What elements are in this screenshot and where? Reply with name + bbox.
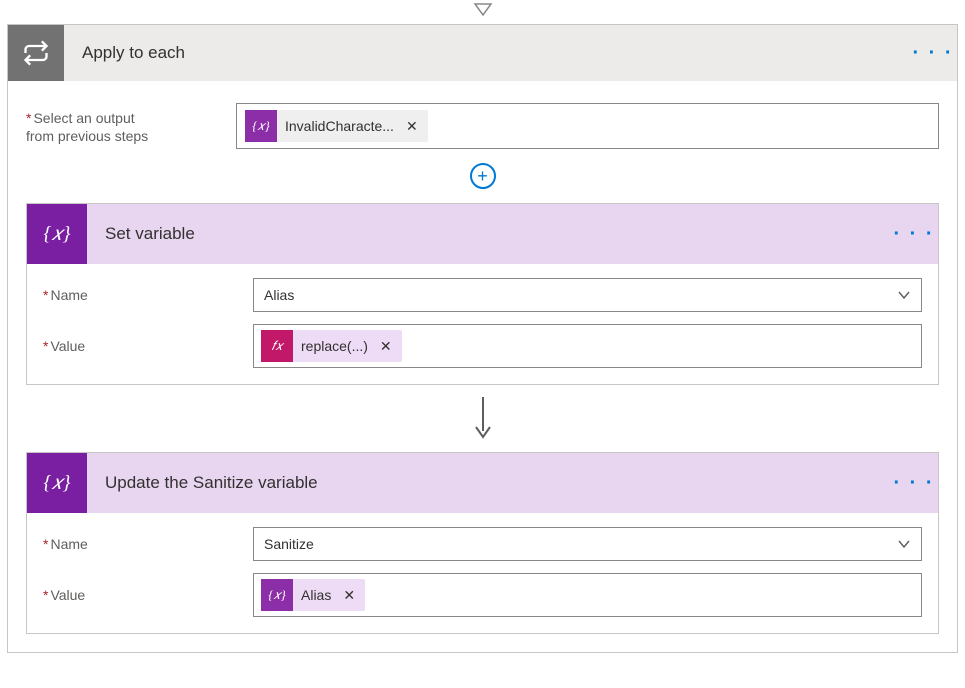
required-marker: * (26, 110, 31, 126)
select-output-input[interactable]: {𝑥} InvalidCharacte... ✕ (236, 103, 939, 149)
incoming-connector (0, 0, 965, 24)
add-action-row: + (26, 163, 939, 189)
us-name-row: *Name Sanitize (43, 527, 922, 561)
apply-to-each-title: Apply to each (64, 43, 909, 63)
update-sanitize-card: {𝑥} Update the Sanitize variable · · · *… (26, 452, 939, 634)
token-remove[interactable]: ✕ (341, 587, 365, 604)
select-output-row: *Select an output from previous steps {𝑥… (26, 103, 939, 149)
update-sanitize-body: *Name Sanitize *Value (27, 513, 938, 633)
update-sanitize-menu[interactable]: · · · (890, 472, 938, 495)
chevron-down-icon (897, 287, 911, 303)
apply-to-each-card: Apply to each · · · *Select an output fr… (7, 24, 958, 653)
us-value-label: *Value (43, 587, 253, 603)
token-remove[interactable]: ✕ (404, 118, 428, 135)
select-output-label: *Select an output from previous steps (26, 103, 236, 145)
set-variable-header[interactable]: {𝑥} Set variable · · · (27, 204, 938, 264)
us-name-value: Sanitize (264, 536, 897, 552)
apply-to-each-body: *Select an output from previous steps {𝑥… (8, 81, 957, 652)
set-variable-menu[interactable]: · · · (890, 223, 938, 246)
apply-to-each-menu[interactable]: · · · (909, 42, 957, 65)
flow-canvas: Apply to each · · · *Select an output fr… (0, 0, 965, 653)
us-value-input[interactable]: {𝑥} Alias ✕ (253, 573, 922, 617)
add-action-button[interactable]: + (470, 163, 496, 189)
token-alias[interactable]: {𝑥} Alias ✕ (261, 579, 365, 611)
token-replace[interactable]: 𝑓𝑥 replace(...) ✕ (261, 330, 402, 362)
variable-action-icon: {𝑥} (27, 204, 87, 264)
set-variable-body: *Name Alias *Value (27, 264, 938, 384)
us-value-row: *Value {𝑥} Alias ✕ (43, 573, 922, 617)
sv-name-row: *Name Alias (43, 278, 922, 312)
variable-icon: {𝑥} (245, 110, 277, 142)
variable-action-icon: {𝑥} (27, 453, 87, 513)
token-label: Alias (293, 587, 341, 603)
update-sanitize-title: Update the Sanitize variable (87, 473, 890, 493)
sv-name-value: Alias (264, 287, 897, 303)
fx-icon: 𝑓𝑥 (261, 330, 293, 362)
plus-icon: + (477, 167, 488, 185)
token-invalid-characters[interactable]: {𝑥} InvalidCharacte... ✕ (245, 110, 428, 142)
chevron-down-icon (897, 536, 911, 552)
sv-name-select[interactable]: Alias (253, 278, 922, 312)
token-label: InvalidCharacte... (277, 118, 404, 134)
update-sanitize-header[interactable]: {𝑥} Update the Sanitize variable · · · (27, 453, 938, 513)
sv-value-label: *Value (43, 338, 253, 354)
loop-icon (8, 25, 64, 81)
sv-value-input[interactable]: 𝑓𝑥 replace(...) ✕ (253, 324, 922, 368)
us-name-label: *Name (43, 536, 253, 552)
sv-name-label: *Name (43, 287, 253, 303)
sv-value-row: *Value 𝑓𝑥 replace(...) ✕ (43, 324, 922, 368)
us-name-select[interactable]: Sanitize (253, 527, 922, 561)
apply-to-each-header[interactable]: Apply to each · · · (8, 25, 957, 81)
set-variable-card: {𝑥} Set variable · · · *Name Alias (26, 203, 939, 385)
chevron-down-icon (472, 5, 494, 21)
token-label: replace(...) (293, 338, 378, 354)
token-remove[interactable]: ✕ (378, 338, 402, 355)
connector-arrow (26, 385, 939, 452)
variable-icon: {𝑥} (261, 579, 293, 611)
set-variable-title: Set variable (87, 224, 890, 244)
